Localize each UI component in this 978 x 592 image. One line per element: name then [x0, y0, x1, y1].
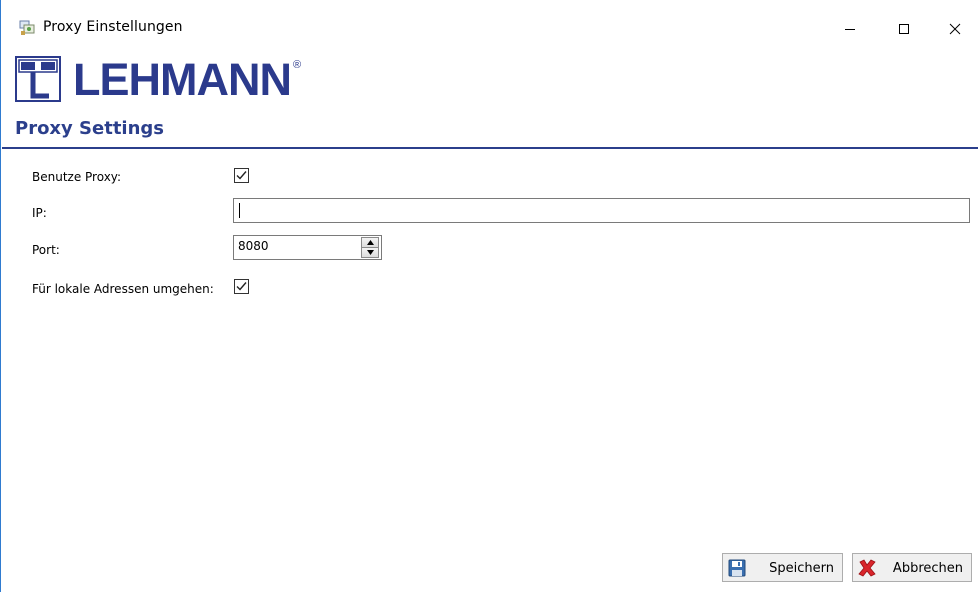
maximize-button[interactable]: [881, 14, 927, 44]
ip-label: IP:: [32, 206, 47, 220]
chevron-down-icon: [366, 250, 374, 255]
use-proxy-label: Benutze Proxy:: [32, 170, 122, 184]
close-button[interactable]: [932, 14, 978, 44]
network-settings-icon: [19, 20, 35, 36]
cancel-x-icon: [857, 558, 877, 578]
port-decrement-button[interactable]: [361, 248, 379, 258]
port-label: Port:: [32, 243, 60, 257]
chevron-up-icon: [366, 240, 374, 245]
registered-mark: ®: [292, 59, 302, 71]
maximize-icon: [899, 24, 909, 34]
text-caret: [239, 203, 240, 218]
logo-wordmark: LEHMANN: [73, 54, 292, 105]
minimize-icon: [845, 29, 855, 30]
lehmann-logo-mark: [15, 56, 61, 102]
save-button[interactable]: Speichern: [722, 553, 843, 582]
port-spin-buttons: [361, 237, 379, 258]
lehmann-logo: LEHMANN ®: [15, 54, 302, 105]
use-proxy-checkbox[interactable]: [234, 168, 249, 183]
bypass-local-label: Für lokale Adressen umgehen:: [32, 282, 214, 296]
ip-input[interactable]: [233, 198, 970, 223]
check-icon: [236, 282, 247, 291]
title-divider: [2, 147, 978, 149]
minimize-button[interactable]: [827, 14, 873, 44]
save-icon: [727, 558, 747, 578]
bypass-local-checkbox[interactable]: [234, 279, 249, 294]
port-increment-button[interactable]: [361, 237, 379, 248]
cancel-button-label: Abbrechen: [892, 561, 963, 576]
cancel-button[interactable]: Abbrechen: [852, 553, 972, 582]
title-bar: Proxy Einstellungen: [1, 0, 978, 44]
check-icon: [236, 171, 247, 180]
page-title: Proxy Settings: [15, 118, 165, 139]
proxy-settings-window: Proxy Einstellungen LEHMANN ® Proxy Sett…: [0, 0, 978, 592]
save-button-label: Speichern: [769, 561, 834, 576]
window-title: Proxy Einstellungen: [43, 19, 183, 35]
port-value: 8080: [238, 239, 269, 253]
port-stepper[interactable]: 8080: [233, 235, 382, 260]
close-icon: [949, 23, 961, 35]
